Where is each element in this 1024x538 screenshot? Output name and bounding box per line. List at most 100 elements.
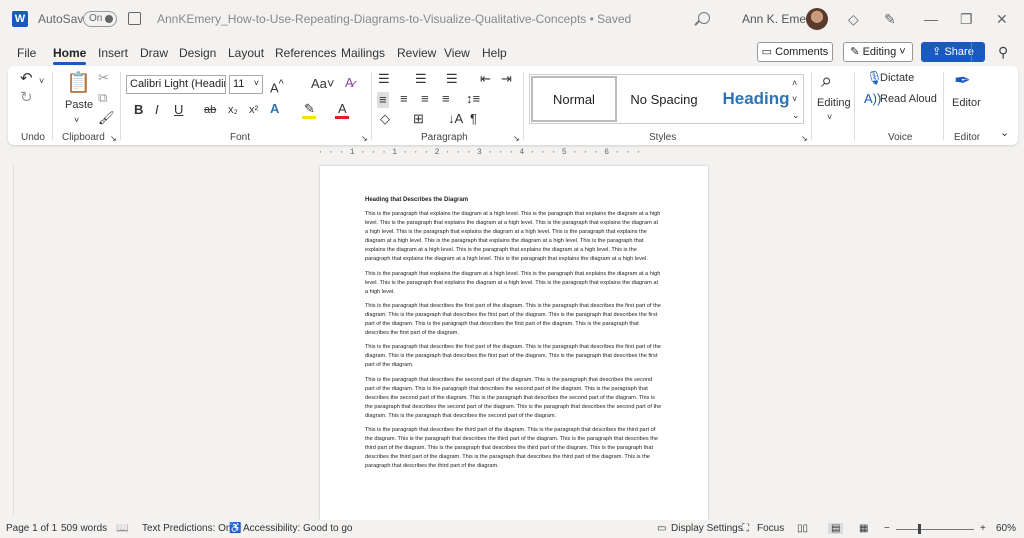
document-title[interactable]: AnnKEmery_How-to-Use-Repeating-Diagrams-… <box>157 12 631 26</box>
borders-icon[interactable]: ⊞ <box>413 112 424 126</box>
styles-scroll-down-icon[interactable]: ˅ <box>792 92 797 106</box>
italic-button[interactable]: I <box>155 103 159 117</box>
show-marks-icon[interactable]: ¶ <box>470 112 477 126</box>
grow-font-icon[interactable]: A^ <box>270 77 284 95</box>
increase-indent-icon[interactable]: ⇥ <box>501 72 512 86</box>
redo-icon[interactable]: ↻ <box>20 90 33 105</box>
tab-draw[interactable]: Draw <box>140 46 168 60</box>
font-name-select[interactable]: Calibri Light (Heading <box>126 75 226 94</box>
accessibility-status[interactable]: Accessibility: Good to go <box>243 523 353 534</box>
format-painter-icon[interactable]: 🖌 <box>98 111 115 125</box>
styles-more-icon[interactable]: ⌄ <box>792 108 800 122</box>
styles-scroll-up-icon[interactable]: ˄ <box>792 76 797 90</box>
paragraph[interactable]: This is the paragraph that describes the… <box>365 376 662 421</box>
style-no-spacing[interactable]: No Spacing <box>620 76 708 122</box>
strikethrough-button[interactable]: ab <box>204 103 216 117</box>
word-count[interactable]: 509 words <box>61 523 107 534</box>
align-left-icon[interactable]: ≡ <box>377 92 389 108</box>
editor-button[interactable]: Editor <box>952 97 981 109</box>
document-body[interactable]: This is the paragraph that explains the … <box>365 210 662 476</box>
read-aloud-icon[interactable]: A)) <box>864 92 881 106</box>
highlight-icon[interactable]: ✎ <box>304 102 315 116</box>
tab-review[interactable]: Review <box>397 46 436 60</box>
tab-design[interactable]: Design <box>179 46 216 60</box>
display-settings-button[interactable]: Display Settings <box>671 523 743 534</box>
bullets-icon[interactable]: ☰ <box>378 72 390 86</box>
proofing-icon[interactable]: 📖 <box>116 523 128 534</box>
justify-icon[interactable]: ≡ <box>442 92 450 106</box>
dialog-launcher-icon[interactable]: ↘ <box>361 132 368 146</box>
web-layout-icon[interactable]: ▦ <box>859 523 868 534</box>
undo-dropdown-icon[interactable]: ˅ <box>39 74 44 88</box>
change-case-button[interactable]: Aa˅ <box>311 77 335 91</box>
subscript-button[interactable]: x₂ <box>228 103 238 117</box>
undo-icon[interactable]: ↶ <box>20 71 33 86</box>
share-button[interactable]: ⇪ Share <box>921 42 985 62</box>
style-normal[interactable]: Normal <box>531 76 617 122</box>
user-name[interactable]: Ann K. Emery <box>742 12 816 26</box>
paste-dropdown-icon[interactable]: ˅ <box>74 113 79 127</box>
page-count[interactable]: Page 1 of 1 <box>6 523 57 534</box>
font-size-select[interactable]: 11 ˅ <box>229 75 263 94</box>
tab-view[interactable]: View <box>444 46 470 60</box>
sort-icon[interactable]: ↓A <box>448 112 463 126</box>
tab-layout[interactable]: Layout <box>228 46 264 60</box>
diamond-icon[interactable]: ◇ <box>848 10 859 28</box>
paragraph[interactable]: This is the paragraph that explains the … <box>365 270 662 297</box>
align-center-icon[interactable]: ≡ <box>400 92 408 106</box>
read-aloud-button[interactable]: Read Aloud <box>880 93 937 105</box>
paste-label[interactable]: Paste <box>65 99 93 111</box>
save-icon[interactable] <box>128 12 141 25</box>
autosave-toggle[interactable]: On <box>83 11 117 27</box>
paragraph[interactable]: This is the paragraph that describes the… <box>365 426 662 471</box>
person-icon[interactable]: ⚲ <box>998 44 1008 61</box>
collapse-ribbon-icon[interactable]: ⌄ <box>1000 126 1009 140</box>
close-icon[interactable]: ✕ <box>996 10 1008 28</box>
multilevel-list-icon[interactable]: ☰ <box>446 72 458 86</box>
dialog-launcher-icon[interactable]: ↘ <box>801 132 808 146</box>
avatar[interactable] <box>806 8 828 30</box>
zoom-slider[interactable] <box>896 529 974 530</box>
dictate-button[interactable]: Dictate <box>880 72 914 84</box>
align-right-icon[interactable]: ≡ <box>421 92 429 106</box>
paragraph[interactable]: This is the paragraph that describes the… <box>365 343 662 370</box>
cut-icon[interactable]: ✂ <box>98 71 109 85</box>
paste-icon[interactable]: 📋 <box>66 72 91 94</box>
dialog-launcher-icon[interactable]: ↘ <box>513 132 520 146</box>
minimize-icon[interactable]: — <box>924 10 938 28</box>
paragraph[interactable]: This is the paragraph that explains the … <box>365 210 662 265</box>
shading-icon[interactable]: ◇ <box>380 112 390 126</box>
tab-help[interactable]: Help <box>482 46 507 60</box>
tab-home[interactable]: Home <box>53 46 87 65</box>
read-mode-icon[interactable]: ▯▯ <box>797 523 808 534</box>
editing-mode-button[interactable]: ✎ Editing ˅ <box>843 42 913 62</box>
copy-icon[interactable]: ⧉ <box>98 91 107 105</box>
comments-button[interactable]: ▭ Comments <box>757 42 833 62</box>
underline-button[interactable]: U <box>174 103 183 117</box>
restore-icon[interactable]: ❐ <box>960 10 973 28</box>
zoom-level[interactable]: 60% <box>996 523 1016 534</box>
clear-formatting-icon[interactable]: A̷ <box>345 76 354 90</box>
editing-group-button[interactable]: Editing <box>817 97 851 109</box>
tab-file[interactable]: File <box>17 46 36 60</box>
line-spacing-icon[interactable]: ↕≡ <box>466 92 480 106</box>
tab-references[interactable]: References <box>275 46 336 60</box>
print-layout-icon[interactable]: ▤ <box>828 523 844 534</box>
text-effects-icon[interactable]: A <box>270 102 279 116</box>
font-color-button[interactable]: A <box>338 102 347 116</box>
tab-mailings[interactable]: Mailings <box>341 46 385 60</box>
superscript-button[interactable]: x² <box>249 103 258 117</box>
dialog-launcher-icon[interactable]: ↘ <box>110 132 117 146</box>
vertical-ruler[interactable] <box>4 165 14 515</box>
document-page[interactable]: Heading that Describes the Diagram This … <box>320 166 708 520</box>
numbering-icon[interactable]: ☰ <box>415 72 427 86</box>
zoom-out-button[interactable]: − <box>884 523 890 534</box>
chevron-down-icon[interactable]: ˅ <box>827 110 832 124</box>
decrease-indent-icon[interactable]: ⇤ <box>480 72 491 86</box>
paragraph[interactable]: This is the paragraph that describes the… <box>365 302 662 338</box>
pen-icon[interactable]: ✎ <box>884 10 896 28</box>
zoom-slider-handle[interactable] <box>918 524 921 534</box>
share-dropdown-icon[interactable] <box>971 42 985 62</box>
bold-button[interactable]: B <box>134 103 143 117</box>
search-icon[interactable] <box>698 12 710 24</box>
